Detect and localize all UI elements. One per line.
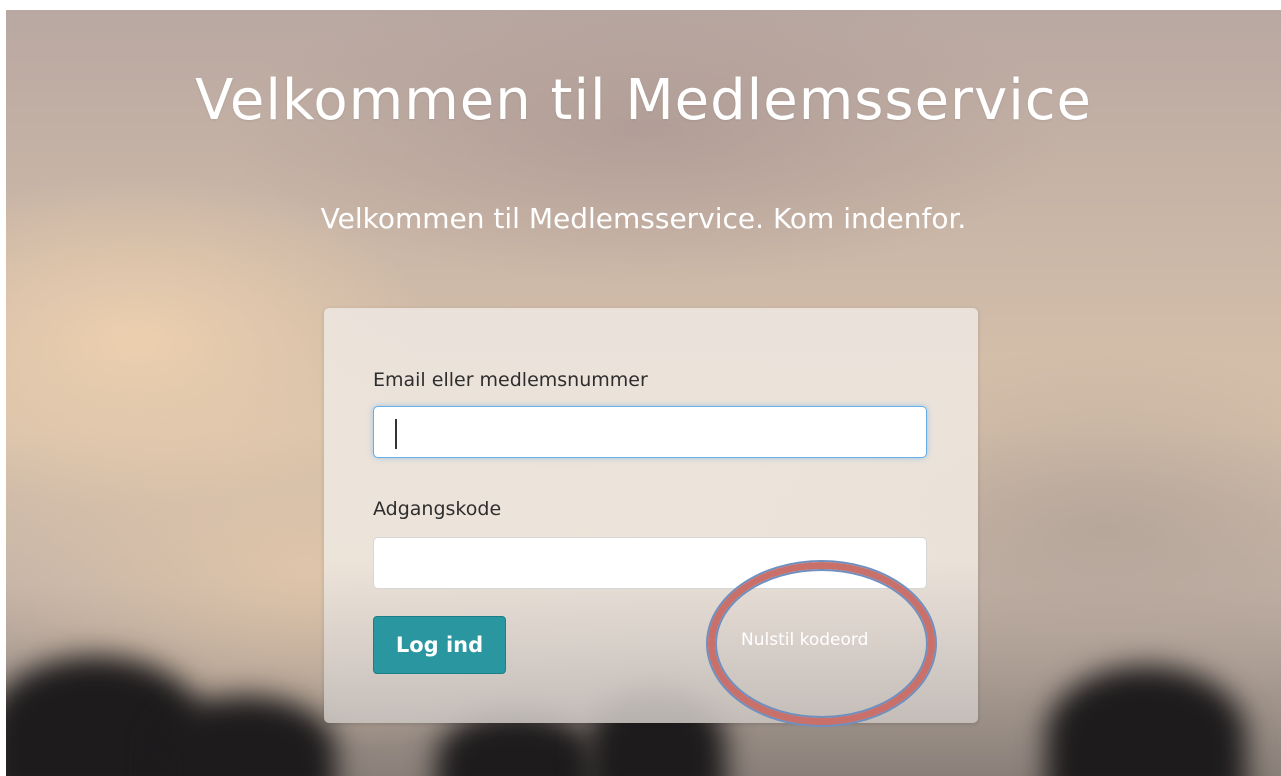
login-button[interactable]: Log ind <box>373 616 506 674</box>
background-silhouette <box>1046 666 1246 776</box>
email-field[interactable] <box>373 406 927 458</box>
email-label: Email eller medlemsnummer <box>373 369 648 391</box>
hero-background: Velkommen til Medlemsservice Velkommen t… <box>6 10 1281 776</box>
password-label: Adgangskode <box>373 498 502 520</box>
login-card: Email eller medlemsnummer Adgangskode Lo… <box>324 308 978 723</box>
password-field[interactable] <box>373 537 927 589</box>
page-title: Velkommen til Medlemsservice <box>194 68 1093 133</box>
page-subtitle: Velkommen til Medlemsservice. Kom indenf… <box>320 202 967 235</box>
text-cursor <box>395 419 397 449</box>
reset-password-link[interactable]: Nulstil kodeord <box>741 630 868 650</box>
